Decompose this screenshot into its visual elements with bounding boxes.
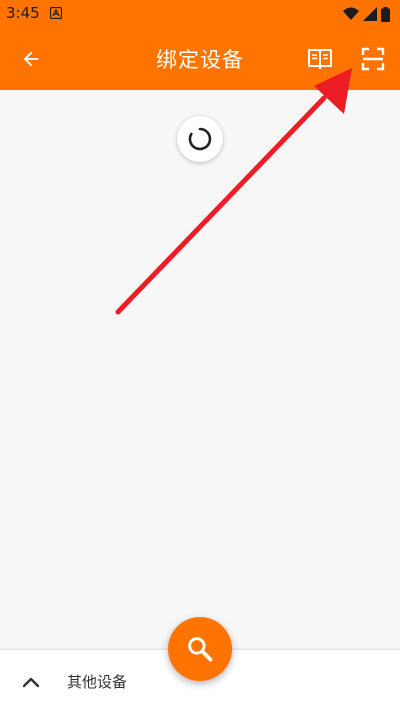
app-notification-icon — [50, 7, 62, 19]
scan-button[interactable] — [353, 39, 393, 79]
status-time: 3:45 — [6, 4, 40, 22]
back-button[interactable] — [12, 40, 50, 78]
status-icons — [343, 5, 390, 23]
search-fab[interactable] — [168, 617, 232, 681]
search-icon — [188, 637, 213, 662]
guide-button[interactable] — [300, 39, 340, 79]
book-icon — [308, 49, 332, 69]
expand-button[interactable] — [14, 665, 48, 699]
loading-spinner-icon — [188, 127, 212, 151]
app-bar: 绑定设备 — [0, 28, 400, 90]
signal-icon — [363, 7, 377, 21]
wifi-icon — [343, 7, 359, 20]
loading-spinner — [177, 116, 223, 162]
battery-icon — [381, 6, 390, 22]
status-bar: 3:45 — [0, 0, 400, 28]
page-title: 绑定设备 — [156, 48, 244, 72]
arrow-back-icon — [23, 51, 39, 67]
scan-qr-icon — [361, 47, 385, 71]
chevron-up-icon — [22, 677, 40, 688]
red-arrow-annotation — [115, 68, 352, 315]
other-devices-label: 其他设备 — [67, 673, 128, 691]
